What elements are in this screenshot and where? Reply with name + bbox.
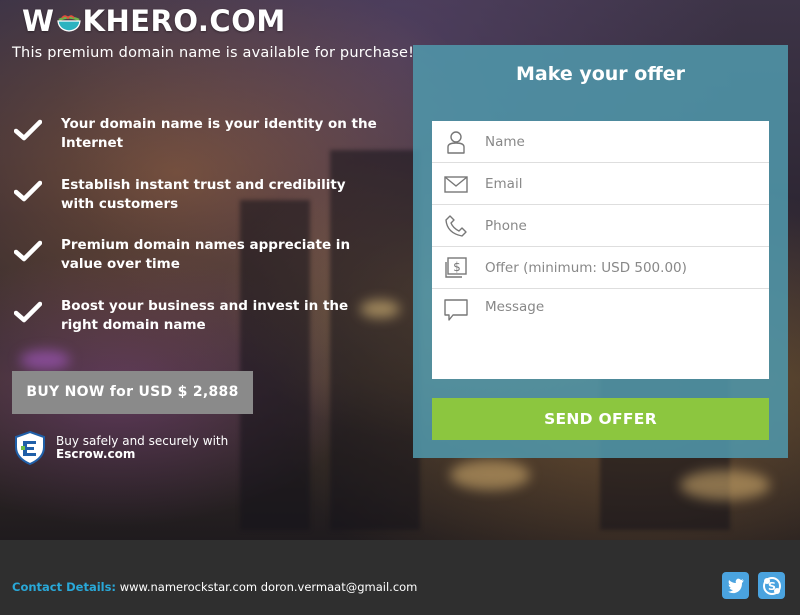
offer-panel: Make your offer Name Email Phone $ Offer… [413,45,788,458]
skype-button[interactable]: S [758,572,785,599]
contact-details: Contact Details: www.namerockstar.com do… [12,580,417,594]
benefit-item: Premium domain names appreciate in value… [14,236,394,274]
contact-value[interactable]: www.namerockstar.com doron.vermaat@gmail… [116,580,418,594]
message-field[interactable]: Message [432,289,769,379]
check-icon [14,301,42,323]
benefit-text: Boost your business and invest in the ri… [61,298,349,333]
bowl-icon [56,15,81,32]
message-icon [444,299,468,321]
site-logo[interactable]: W KHERO.COM [22,4,286,38]
benefit-item: Your domain name is your identity on the… [14,115,394,153]
name-placeholder: Name [485,133,525,150]
escrow-brand: Escrow.com [56,447,136,461]
check-icon [14,119,42,141]
logo-text-end: KHERO.COM [82,4,286,38]
email-field[interactable]: Email [432,163,769,205]
buy-now-button[interactable]: BUY NOW for USD $ 2,888 [12,371,253,414]
twitter-button[interactable] [722,572,749,599]
benefit-item: Boost your business and invest in the ri… [14,297,394,335]
svg-text:S: S [768,580,776,593]
phone-field[interactable]: Phone [432,205,769,247]
dollar-icon: $ [445,256,467,278]
offer-title: Make your offer [515,63,685,85]
footer: Contact Details: www.namerockstar.com do… [0,540,800,615]
offer-placeholder: Offer (minimum: USD 500.00) [485,259,687,276]
contact-label: Contact Details: [12,580,117,594]
envelope-icon [444,175,468,193]
skype-icon: S [762,576,781,595]
message-placeholder: Message [485,299,545,315]
svg-text:$: $ [453,260,461,274]
email-placeholder: Email [485,175,523,192]
tagline: This premium domain name is available fo… [12,45,415,61]
benefit-item: Establish instant trust and credibility … [14,176,394,214]
logo-text-start: W [22,4,55,38]
phone-icon [445,214,467,237]
twitter-icon [727,578,744,593]
benefit-text: Establish instant trust and credibility … [61,177,346,212]
phone-placeholder: Phone [485,217,527,234]
send-offer-button[interactable]: SEND OFFER [432,398,769,440]
escrow-shield-icon [15,430,45,466]
name-field[interactable]: Name [432,121,769,163]
check-icon [14,180,42,202]
check-icon [14,240,42,262]
benefit-text: Premium domain names appreciate in value… [61,237,351,272]
escrow-badge[interactable]: Buy safely and securely with Escrow.com [12,430,228,466]
user-icon [447,130,465,154]
offer-form: Name Email Phone $ Offer (minimum: USD 5… [432,121,769,379]
benefit-text: Your domain name is your identity on the… [61,116,377,151]
offer-amount-field[interactable]: $ Offer (minimum: USD 500.00) [432,247,769,289]
escrow-text: Buy safely and securely with Escrow.com [56,435,228,461]
